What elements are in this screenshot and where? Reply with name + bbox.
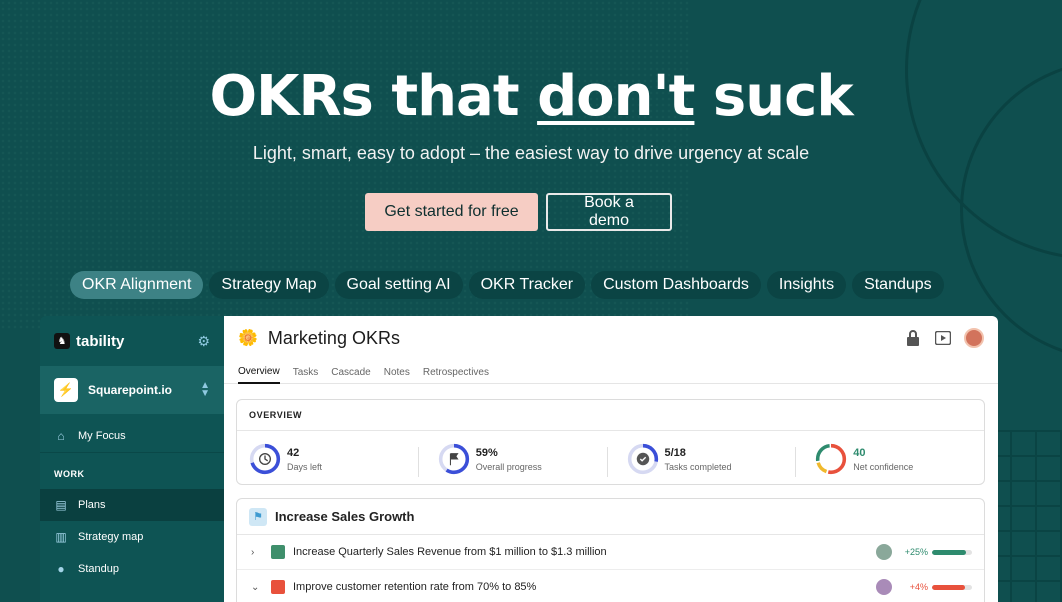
progress-bar xyxy=(932,584,972,590)
decorative-ring xyxy=(905,0,1062,260)
chevron-right-icon[interactable]: › xyxy=(251,547,263,558)
cta-row: Get started for free Book a demo xyxy=(365,193,672,231)
overview-card: OVERVIEW 42 Days left 59% Overall progre… xyxy=(236,399,985,485)
sidebar-item-my-focus[interactable]: ⌂ My Focus xyxy=(40,420,224,452)
hero-subtitle: Light, smart, easy to adopt – the easies… xyxy=(252,143,810,163)
status-square xyxy=(271,580,285,594)
flag-icon: ⚑ xyxy=(249,507,267,526)
sidebar-item-plans[interactable]: ▤ Plans xyxy=(40,489,224,521)
header-actions xyxy=(904,328,984,348)
stat-label: Days left xyxy=(287,461,323,472)
progress-bar xyxy=(932,549,972,555)
hero-title: OKRs that don't suck xyxy=(0,64,1062,130)
key-result-row[interactable]: ⌄ Improve customer retention rate from 7… xyxy=(237,570,984,602)
hero-title-start: OKRs that xyxy=(209,64,538,129)
stat-value: 42 xyxy=(287,446,300,459)
tab-cascade[interactable]: Cascade xyxy=(331,360,370,384)
page-title: Marketing OKRs xyxy=(267,327,400,348)
get-started-button[interactable]: Get started for free xyxy=(365,193,538,231)
tability-logo-icon: ♞ xyxy=(54,333,70,349)
caret-updown-icon: ▲ ▼ xyxy=(200,380,210,399)
flag-icon xyxy=(438,443,469,475)
stat-net-confidence: 40 Net confidence xyxy=(795,443,984,477)
status-square xyxy=(271,545,285,559)
progress-change: +4% xyxy=(909,582,928,592)
confidence-ring-icon xyxy=(816,443,847,475)
stats-row: 42 Days left 59% Overall progress 5/18 T… xyxy=(237,431,984,487)
gear-icon[interactable]: ⚙ xyxy=(197,333,210,350)
stat-label: Overall progress xyxy=(475,461,542,472)
stat-value: 59% xyxy=(475,446,498,459)
tab-standups[interactable]: Standups xyxy=(852,271,944,299)
app-preview: ♞ tability ⚙ ⚡ Squarepoint.io ▲ ▼ ⌂ My Fo… xyxy=(40,316,998,602)
clock-icon xyxy=(249,443,281,475)
document-icon: ▤ xyxy=(55,498,67,512)
brand-name: tability xyxy=(76,332,125,350)
tab-okr-alignment[interactable]: OKR Alignment xyxy=(70,271,204,299)
objective-header[interactable]: ⚑ Increase Sales Growth xyxy=(237,499,984,535)
sidebar-item-strategy-map[interactable]: ▥ Strategy map xyxy=(40,521,224,553)
progress-change: +25% xyxy=(904,547,928,557)
objective-card: ⚑ Increase Sales Growth › Increase Quart… xyxy=(236,498,985,602)
book-demo-button[interactable]: Book a demo xyxy=(546,193,672,231)
chat-icon: ● xyxy=(57,562,65,576)
sidebar: ♞ tability ⚙ ⚡ Squarepoint.io ▲ ▼ ⌂ My Fo… xyxy=(40,316,224,602)
tab-goal-setting-ai[interactable]: Goal setting AI xyxy=(334,271,463,299)
brand-row: ♞ tability ⚙ xyxy=(40,316,224,366)
key-result-row[interactable]: › Increase Quarterly Sales Revenue from … xyxy=(237,535,984,570)
stat-label: Net confidence xyxy=(853,461,914,472)
owner-avatar[interactable] xyxy=(876,544,892,560)
progress-bar-fill xyxy=(932,549,966,555)
user-avatar[interactable] xyxy=(964,328,984,348)
sidebar-item-standup[interactable]: ● Standup xyxy=(40,553,224,585)
hero-title-emphasis: don't xyxy=(537,64,695,129)
tab-strategy-map[interactable]: Strategy Map xyxy=(209,271,329,299)
page-header: 🌼 Marketing OKRs xyxy=(224,316,998,360)
tab-tasks[interactable]: Tasks xyxy=(293,360,319,384)
main-panel: 🌼 Marketing OKRs Overview Tasks Cascade … xyxy=(224,316,998,602)
workspace-logo-icon: ⚡ xyxy=(54,378,78,402)
subtabs: Overview Tasks Cascade Notes Retrospecti… xyxy=(224,360,998,384)
stat-value: 40 xyxy=(853,446,866,459)
feature-tabs: OKR Alignment Strategy Map Goal setting … xyxy=(70,271,944,299)
section-label-work: WORK xyxy=(54,469,85,479)
stat-tasks-completed: 5/18 Tasks completed xyxy=(606,443,796,477)
overview-label: OVERVIEW xyxy=(237,400,984,431)
check-icon xyxy=(627,443,658,475)
workspace-name: Squarepoint.io xyxy=(88,383,172,397)
tab-okr-tracker[interactable]: OKR Tracker xyxy=(468,271,586,299)
sidebar-item-label: Strategy map xyxy=(78,531,144,543)
progress-bar-fill xyxy=(932,584,965,590)
columns-icon: ▥ xyxy=(55,530,67,544)
key-result-title: Increase Quarterly Sales Revenue from $1… xyxy=(293,546,607,558)
stat-days-left: 42 Days left xyxy=(237,443,418,475)
video-play-icon[interactable] xyxy=(934,329,952,347)
tab-notes[interactable]: Notes xyxy=(384,360,410,384)
hero-title-end: suck xyxy=(694,64,854,129)
tab-custom-dashboards[interactable]: Custom Dashboards xyxy=(591,271,761,299)
stat-value: 5/18 xyxy=(664,446,686,459)
objective-title: Increase Sales Growth xyxy=(275,509,415,524)
stat-overall-progress: 59% Overall progress xyxy=(417,443,607,477)
sidebar-item-label: My Focus xyxy=(78,430,126,442)
lock-icon[interactable] xyxy=(904,329,922,347)
sidebar-item-label: Plans xyxy=(78,499,106,511)
owner-avatar[interactable] xyxy=(876,579,892,595)
sidebar-item-label: Standup xyxy=(78,563,119,575)
stat-label: Tasks completed xyxy=(664,461,732,472)
tab-insights[interactable]: Insights xyxy=(766,271,847,299)
workspace-switcher[interactable]: ⚡ Squarepoint.io ▲ ▼ xyxy=(40,366,224,414)
plant-icon: 🌼 xyxy=(238,330,258,347)
chevron-down-icon[interactable]: ⌄ xyxy=(251,582,263,593)
tab-overview[interactable]: Overview xyxy=(238,360,280,384)
tab-retrospectives[interactable]: Retrospectives xyxy=(423,360,489,384)
key-result-title: Improve customer retention rate from 70%… xyxy=(293,581,537,593)
home-icon: ⌂ xyxy=(57,429,65,443)
